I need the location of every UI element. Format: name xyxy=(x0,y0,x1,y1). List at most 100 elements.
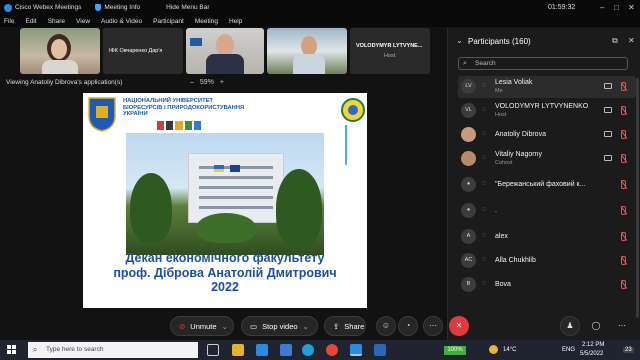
headset-icon: ◌ xyxy=(482,280,487,287)
participants-toggle-icon[interactable]: ♟ xyxy=(560,316,580,336)
muted-mic-icon[interactable] xyxy=(621,180,626,189)
participant-row[interactable]: LV ◌ Lesia Voliak Me xyxy=(458,76,636,98)
participants-title: Participants (160) xyxy=(468,37,531,46)
video-tile-participant-1[interactable] xyxy=(20,28,100,74)
menu-file[interactable]: File xyxy=(4,18,14,25)
participant-name: alex xyxy=(495,233,508,240)
close-panel-icon[interactable]: ✕ xyxy=(628,36,635,45)
muted-mic-icon[interactable] xyxy=(621,106,626,115)
app-title: Cisco Webex Meetings xyxy=(15,4,82,11)
input-language[interactable]: ENG xyxy=(562,347,575,353)
menu-meeting[interactable]: Meeting xyxy=(195,18,218,25)
notification-badge[interactable]: 23 xyxy=(623,347,634,353)
video-tile-host[interactable]: VOLODYMYR LYTVYNE... Host xyxy=(350,28,430,74)
menu-participant[interactable]: Participant xyxy=(153,18,184,25)
muted-mic-icon[interactable] xyxy=(621,256,626,265)
task-view-icon[interactable] xyxy=(207,344,219,356)
camera-icon[interactable] xyxy=(604,107,612,113)
avatar: ● xyxy=(461,177,476,192)
participant-name: "Бережанський фаховий к... xyxy=(495,181,586,188)
leave-meeting-button[interactable]: ✕ xyxy=(449,316,469,336)
video-tile-participant-3[interactable] xyxy=(186,28,264,74)
camera-icon[interactable] xyxy=(604,131,612,137)
clock-time[interactable]: 2:12 PM xyxy=(582,342,604,348)
participant-row[interactable]: ● ◌ . xyxy=(458,200,636,222)
close-window-button[interactable]: ✕ xyxy=(628,3,635,12)
muted-mic-icon: ⊘ xyxy=(179,321,186,331)
menu-help[interactable]: Help xyxy=(229,18,242,25)
participant-row[interactable]: ◌ Vitaliy Nagorny Cohost xyxy=(458,148,636,170)
hide-menu-bar-button[interactable]: Hide Menu Bar xyxy=(166,4,209,11)
webex-logo-icon xyxy=(4,3,12,12)
windows-start-icon[interactable] xyxy=(7,345,17,355)
avatar: AC xyxy=(461,253,476,268)
participant-name: Alla Chukhlib xyxy=(495,257,536,264)
participant-row[interactable]: ● ◌ "Бережанський фаховий к... xyxy=(458,174,636,196)
muted-mic-icon[interactable] xyxy=(621,232,626,241)
app-icon[interactable] xyxy=(256,344,268,356)
participant-row[interactable]: AC ◌ Alla Chukhlib xyxy=(458,250,636,272)
menu-audio-video[interactable]: Audio & Video xyxy=(101,18,142,25)
battery-indicator[interactable]: 100% xyxy=(444,346,466,355)
meeting-info-label: Meeting Info xyxy=(104,4,141,11)
file-explorer-icon[interactable] xyxy=(232,344,244,356)
app-icon[interactable] xyxy=(280,344,292,356)
muted-mic-icon[interactable] xyxy=(621,82,626,91)
participant-search-input[interactable]: ⌕ Search xyxy=(458,57,628,70)
maximize-button[interactable]: □ xyxy=(614,3,619,12)
muted-mic-icon[interactable] xyxy=(621,130,626,139)
participant-name: VOLODYMYR LYTVYNENKO xyxy=(495,103,589,110)
share-icon: ⇪ xyxy=(333,321,340,331)
pop-out-icon[interactable]: ⧉ xyxy=(612,36,618,46)
video-tile-participant-4[interactable] xyxy=(267,28,347,74)
webex-taskbar-icon[interactable] xyxy=(350,344,362,356)
panel-scrollbar[interactable] xyxy=(636,78,639,318)
avatar: A xyxy=(461,229,476,244)
muted-mic-icon[interactable] xyxy=(621,154,626,163)
edge-icon[interactable] xyxy=(302,344,314,356)
headset-icon: ◌ xyxy=(482,232,487,239)
search-placeholder: Search xyxy=(475,60,496,67)
muted-mic-icon[interactable] xyxy=(621,206,626,215)
chevron-down-icon: ⌄ xyxy=(221,321,228,331)
menu-view[interactable]: View xyxy=(76,18,90,25)
minimize-button[interactable]: – xyxy=(600,3,604,12)
windows-taskbar: ⌕ Type here to search 100% 14°C ENG 2:12… xyxy=(0,340,640,360)
app-icon[interactable] xyxy=(374,344,386,356)
chevron-down-icon[interactable]: ⌄ xyxy=(456,36,463,45)
stop-video-button[interactable]: ▭ Stop video ⌄ xyxy=(241,316,318,336)
captions-icon[interactable]: ◔ xyxy=(398,316,418,336)
taskbar-search-placeholder: Type here to search xyxy=(46,346,104,353)
unmute-button[interactable]: ⊘ Unmute ⌄ xyxy=(170,316,234,336)
participant-name: Lesia Voliak xyxy=(495,79,533,86)
menu-share[interactable]: Share xyxy=(48,18,65,25)
zoom-out-button[interactable]: – xyxy=(190,79,194,86)
temperature[interactable]: 14°C xyxy=(503,347,516,353)
more-panels-icon[interactable]: ⋯ xyxy=(612,316,632,336)
share-button[interactable]: ⇪ Share xyxy=(324,316,366,336)
clock-date[interactable]: 5/5/2022 xyxy=(580,351,603,357)
muted-mic-icon[interactable] xyxy=(621,280,626,289)
camera-icon[interactable] xyxy=(604,155,612,161)
participant-name: Bova xyxy=(495,281,511,288)
video-camera-icon: ▭ xyxy=(250,321,258,331)
reactions-icon[interactable]: ☺ xyxy=(376,316,396,336)
headset-icon: ◌ xyxy=(482,82,487,89)
zoom-in-button[interactable]: + xyxy=(220,79,224,86)
camera-icon[interactable] xyxy=(604,83,612,89)
chat-icon[interactable]: ◯ xyxy=(586,316,606,336)
decor-line xyxy=(345,125,347,165)
participant-row[interactable]: VL ◌ VOLODYMYR LYTVYNENKO Host xyxy=(458,100,636,122)
more-options-icon[interactable]: ⋯ xyxy=(423,316,443,336)
participant-row[interactable]: ◌ Anatoliy Dibrova xyxy=(458,124,636,146)
taskbar-search-input[interactable]: ⌕ Type here to search xyxy=(28,342,198,358)
meeting-timer: 01:59:32 xyxy=(548,4,576,11)
menu-edit[interactable]: Edit xyxy=(25,18,36,25)
participant-row[interactable]: A ◌ alex xyxy=(458,226,636,248)
university-crest-icon xyxy=(88,97,116,132)
chrome-icon[interactable] xyxy=(326,344,338,356)
video-tile-participant-2[interactable]: ІФК Овчаренко Дар'я xyxy=(103,28,183,74)
search-icon: ⌕ xyxy=(463,60,467,67)
meeting-info-button[interactable]: Meeting Info xyxy=(95,4,140,11)
participant-row[interactable]: B ◌ Bova xyxy=(458,274,636,296)
